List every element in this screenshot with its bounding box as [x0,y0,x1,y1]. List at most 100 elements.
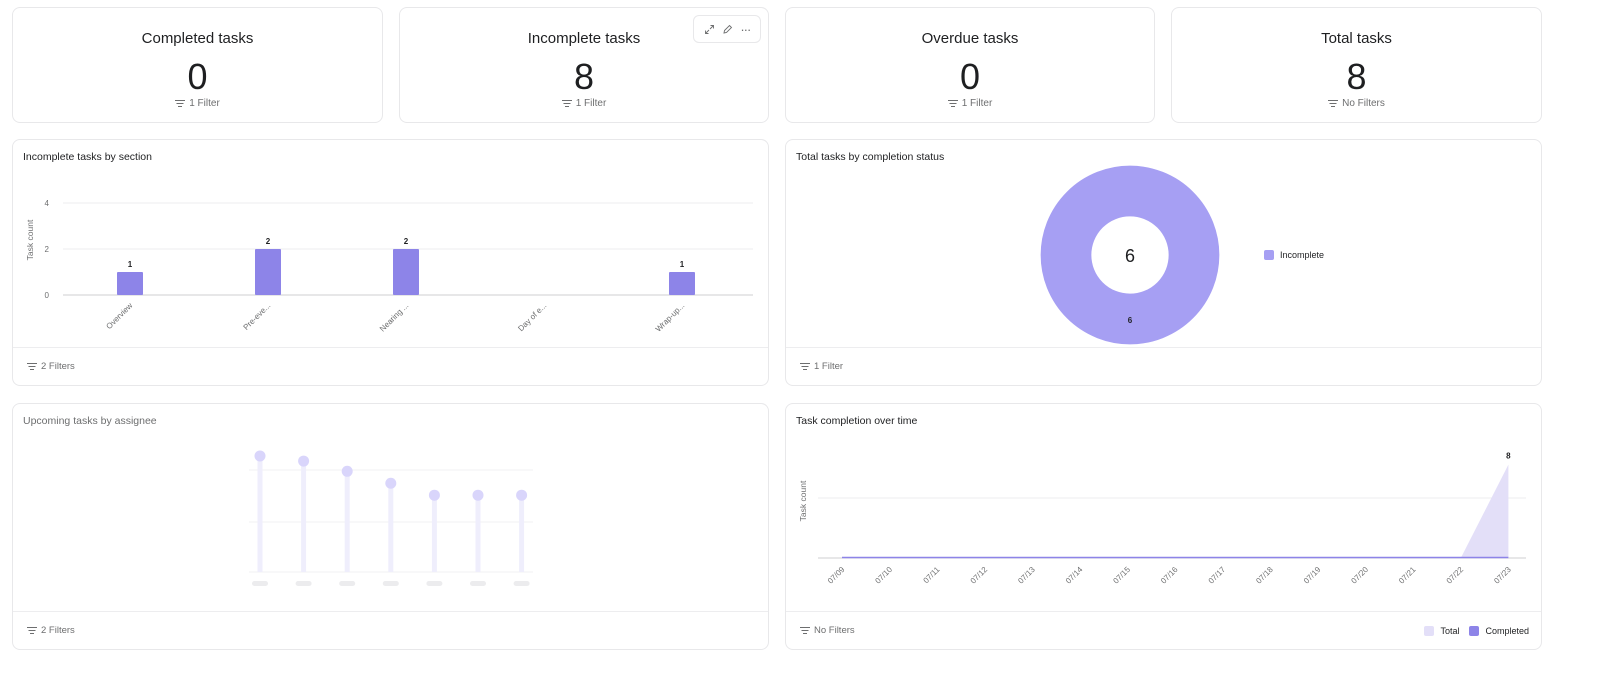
filter-summary[interactable]: 1 Filter [786,98,1154,109]
stat-title: Completed tasks [141,30,254,47]
x-label-placeholder [295,581,312,586]
stat-value: 0 [187,56,208,97]
stat-value: 8 [573,56,595,97]
more-icon[interactable]: ··· [740,22,751,37]
x-tick-label: Overview [104,301,134,331]
pencil-icon[interactable] [722,24,733,35]
filter-summary[interactable]: 1 Filter [786,347,1541,385]
bar [255,249,281,295]
legend-label-completed[interactable]: Completed [1485,626,1529,636]
x-label-placeholder [426,581,443,586]
stat-value: 8 [1346,56,1367,97]
legend-swatch-completed [1469,626,1480,636]
area-data-label: 8 [1506,452,1511,461]
bar [393,249,419,295]
filter-summary[interactable]: 2 Filters [13,611,768,649]
lollipop-dot [341,465,353,477]
stat-title: Overdue tasks [921,30,1019,47]
x-tick-label: 07/23 [1492,565,1513,586]
y-tick-label: 2 [45,245,50,254]
x-tick-label: 07/22 [1445,565,1466,586]
x-tick-label: 07/17 [1207,565,1228,586]
x-tick-label: Day of e... [516,301,548,333]
filter-summary[interactable]: 1 Filter [400,98,768,109]
x-tick-label: 07/18 [1254,565,1275,586]
stat-card-total[interactable]: Total tasks 8 No Filters [1171,7,1542,123]
bar-data-label: 1 [680,260,685,269]
panel-upcoming-by-assignee[interactable]: Upcoming tasks by assignee 2 Filters [12,403,769,650]
bar-chart: 0 2 4 Task count 1 Overview 2 Pre-eve... 2 Nearin… [25,199,753,334]
x-tick-label: 07/15 [1111,565,1132,586]
filter-label: 2 Filters [41,625,75,636]
panel-incomplete-by-section[interactable]: Incomplete tasks by section 0 2 4 Task coun… [12,139,769,386]
x-label-placeholder [513,581,530,586]
area-chart: Task count 8 07/09 07/10 07/11 07/12 07/13 07/1… [798,452,1526,586]
filter-label: No Filters [1342,98,1385,109]
x-tick-label: 07/14 [1064,565,1085,586]
chart-legend: Total Completed [1424,626,1529,636]
x-tick-label: 07/19 [1302,565,1323,586]
filter-icon [27,626,37,635]
y-tick-label: 4 [45,199,50,208]
filter-label: 1 Filter [189,98,220,109]
filter-icon [175,99,186,108]
y-tick-label: 0 [45,291,50,300]
legend-label-total[interactable]: Total [1440,626,1459,636]
legend-label: Incomplete [1280,250,1325,260]
lollipop-dot [385,477,397,489]
lollipop-dot [428,489,440,501]
donut-slice-label: 6 [1128,316,1133,325]
filter-icon [800,362,810,371]
x-tick-label: 07/11 [922,565,942,585]
legend-item-incomplete[interactable]: Incomplete [1264,250,1324,260]
x-tick-label: 07/20 [1349,565,1370,586]
card-toolbar: ··· [693,15,761,43]
y-axis-label: Task count [798,480,808,521]
filter-summary[interactable]: 1 Filter [13,98,382,109]
lollipop-dot [472,489,484,501]
bar [669,272,695,295]
stat-card-overdue[interactable]: Overdue tasks 0 1 Filter [785,7,1155,123]
lollipop-dot [516,489,528,501]
filter-summary[interactable]: 2 Filters [13,347,768,385]
filter-icon [1328,99,1339,108]
expand-icon[interactable] [704,24,715,35]
x-tick-label: 07/21 [1397,565,1418,586]
panel-completion-over-time[interactable]: Task completion over time Task count 8 07/… [785,403,1542,650]
x-tick-label: 07/10 [873,565,894,586]
stat-value: 0 [959,56,981,97]
lollipop-dot [298,455,310,467]
lollipop-dot [254,450,266,462]
x-tick-label: Wrap-up... [654,301,687,334]
donut-center-total: 6 [1125,246,1135,266]
x-tick-label: 07/09 [826,565,847,586]
x-label-placeholder [339,581,356,586]
x-label-placeholder [382,581,399,586]
filter-label: 2 Filters [41,361,75,372]
filter-icon [561,99,572,108]
filter-icon [800,626,810,635]
filter-icon [947,99,958,108]
bar-data-label: 2 [266,237,271,246]
bar [117,272,143,295]
bar-data-label: 2 [404,237,409,246]
filter-summary[interactable]: No Filters [1172,98,1541,109]
bar-data-label: 1 [128,260,133,269]
x-tick-label: 07/16 [1159,565,1180,586]
stat-card-completed[interactable]: Completed tasks 0 1 Filter [12,7,383,123]
filter-label: 1 Filter [961,98,993,109]
legend-swatch [1264,250,1274,260]
area-series-total [842,464,1509,558]
x-tick-label: 07/12 [969,565,990,586]
donut-chart: 66 [1040,165,1220,345]
panel-completion-status[interactable]: Total tasks by completion status 66 Inco… [785,139,1542,386]
filter-label: No Filters [814,625,855,636]
stat-card-incomplete[interactable]: Incomplete tasks 8 1 Filter ··· [399,7,769,123]
x-label-placeholder [252,581,268,586]
filter-label: 1 Filter [814,361,844,372]
x-tick-label: Pre-eve... [242,301,273,332]
legend-swatch-total [1424,626,1435,636]
x-tick-label: Nearing ... [378,301,410,333]
y-axis-label: Task count [25,219,35,260]
filter-label: 1 Filter [575,98,607,109]
